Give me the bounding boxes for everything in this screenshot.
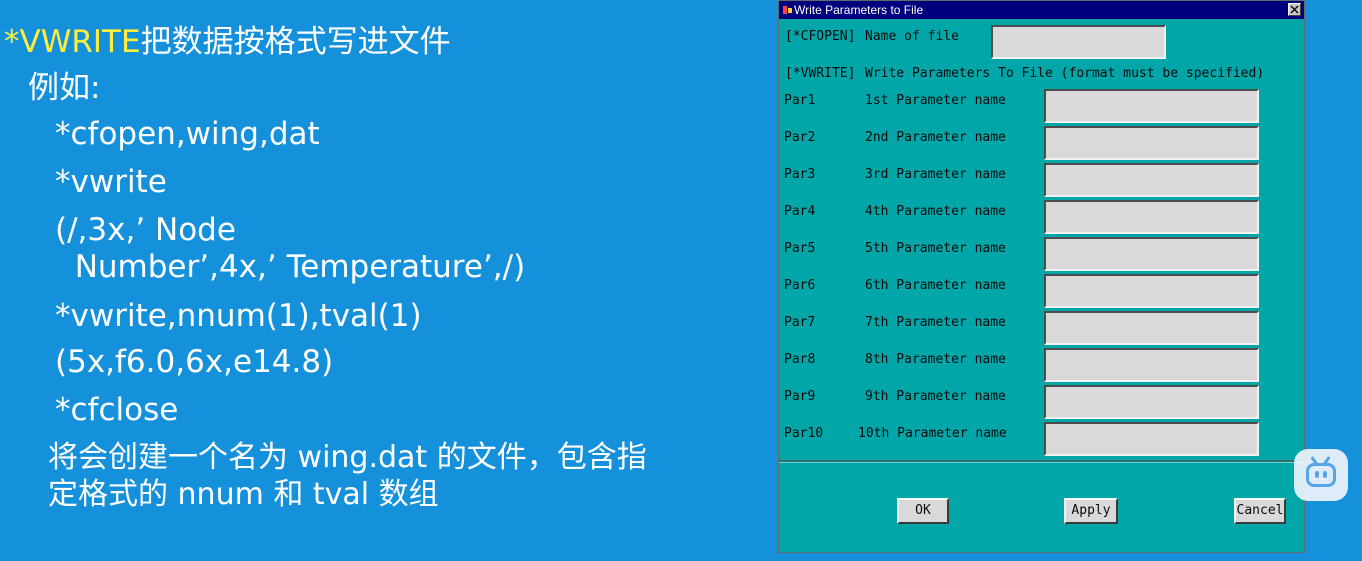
close-button[interactable] xyxy=(1288,3,1301,16)
param-tag: Par8 xyxy=(784,352,816,367)
param-tag: Par6 xyxy=(784,278,816,293)
param10-input[interactable] xyxy=(1044,422,1259,456)
vwrite-description: Write Parameters To File (format must be… xyxy=(865,66,1265,81)
apply-button[interactable]: Apply xyxy=(1064,498,1118,524)
param8-input[interactable] xyxy=(1044,348,1259,382)
code-line: *cfclose xyxy=(55,392,179,428)
param-label: 10th Parameter name xyxy=(858,426,1007,441)
vwrite-tag: [*VWRITE] xyxy=(785,66,856,81)
description-line: 将会创建一个名为 wing.dat 的文件，包含指 xyxy=(48,440,647,475)
param7-input[interactable] xyxy=(1044,311,1259,345)
param-tag: Par7 xyxy=(784,315,816,330)
param-label: 5th Parameter name xyxy=(865,241,1006,256)
param3-input[interactable] xyxy=(1044,163,1259,197)
slide-content: *VWRITE把数据按格式写进文件 例如: *cfopen,wing,dat *… xyxy=(0,0,770,561)
code-line: *vwrite,nnum(1),tval(1) xyxy=(55,298,422,334)
param-tag: Par3 xyxy=(784,167,816,182)
code-line: *cfopen,wing,dat xyxy=(55,116,320,152)
param4-input[interactable] xyxy=(1044,200,1259,234)
param5-input[interactable] xyxy=(1044,237,1259,271)
param-label: 4th Parameter name xyxy=(865,204,1006,219)
dialog-title: Write Parameters to File xyxy=(794,3,924,17)
param-label: 8th Parameter name xyxy=(865,352,1006,367)
dialog-titlebar[interactable]: Write Parameters to File xyxy=(779,1,1304,19)
code-line: Number’,4x,’ Temperature’,/) xyxy=(55,249,526,285)
param2-input[interactable] xyxy=(1044,126,1259,160)
param-label: 2nd Parameter name xyxy=(865,130,1006,145)
file-name-input[interactable] xyxy=(991,25,1166,59)
param-tag: Par5 xyxy=(784,241,816,256)
param-label: 6th Parameter name xyxy=(865,278,1006,293)
param-tag: Par4 xyxy=(784,204,816,219)
code-line: (/,3x,’ Node xyxy=(55,212,236,248)
param-label: 9th Parameter name xyxy=(865,389,1006,404)
param-tag: Par9 xyxy=(784,389,816,404)
dialog-separator xyxy=(779,460,1304,463)
tv-badge-icon[interactable] xyxy=(1294,449,1348,501)
slide-title-keyword: *VWRITE xyxy=(4,24,141,60)
ok-button[interactable]: OK xyxy=(897,498,949,524)
param-tag: Par1 xyxy=(784,93,816,108)
example-label: 例如: xyxy=(28,70,101,106)
param9-input[interactable] xyxy=(1044,385,1259,419)
param-tag: Par2 xyxy=(784,130,816,145)
slide-title-text: 把数据按格式写进文件 xyxy=(140,24,451,60)
cfopen-tag: [*CFOPEN] xyxy=(785,29,856,44)
param-label: 7th Parameter name xyxy=(865,315,1006,330)
slide-title: *VWRITE把数据按格式写进文件 xyxy=(4,24,451,60)
cfopen-label: Name of file xyxy=(865,29,959,44)
cancel-button[interactable]: Cancel xyxy=(1234,498,1286,524)
write-parameters-dialog: Write Parameters to File [*CFOPEN] Name … xyxy=(778,0,1305,553)
param-label: 3rd Parameter name xyxy=(865,167,1006,182)
description-line: 定格式的 nnum 和 tval 数组 xyxy=(48,477,439,512)
close-icon xyxy=(1290,5,1299,14)
param-tag: Par10 xyxy=(784,426,824,441)
code-line: (5x,f6.0,6x,e14.8) xyxy=(55,344,334,380)
code-line: *vwrite xyxy=(55,164,167,200)
app-icon xyxy=(783,6,792,14)
param1-input[interactable] xyxy=(1044,89,1259,123)
param-label: 1st Parameter name xyxy=(865,93,1006,108)
param6-input[interactable] xyxy=(1044,274,1259,308)
